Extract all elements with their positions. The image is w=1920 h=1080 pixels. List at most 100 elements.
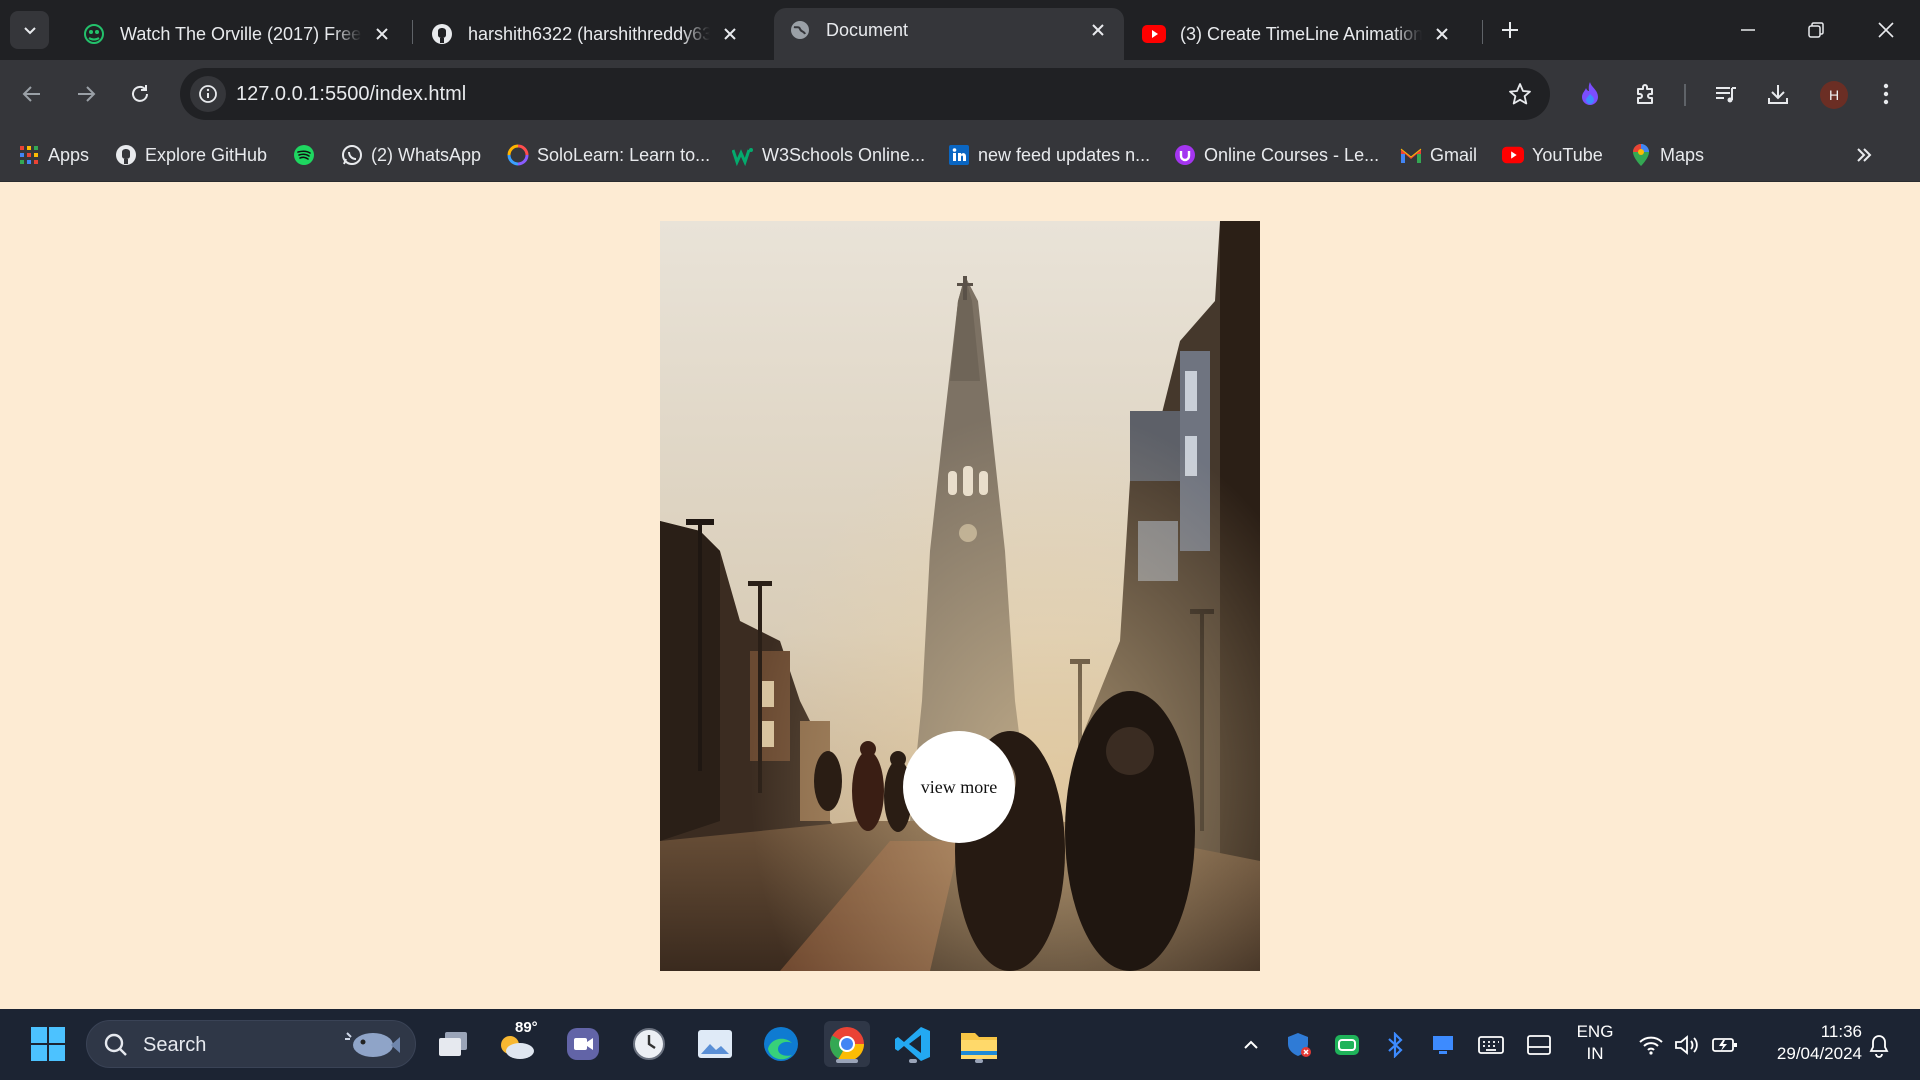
bookmark-linkedin[interactable]: new feed updates n...: [948, 140, 1150, 170]
bookmark-label: (2) WhatsApp: [371, 144, 482, 165]
taskbar-search[interactable]: Search: [86, 1020, 416, 1068]
clock-app-button[interactable]: [626, 1021, 672, 1067]
wifi-tray-icon[interactable]: [1636, 1031, 1666, 1059]
restore-button[interactable]: [1782, 0, 1850, 60]
keyboard-icon: [1478, 1036, 1504, 1054]
bookmark-sololearn[interactable]: SoloLearn: Learn to...: [507, 140, 710, 170]
minimize-icon: [1741, 29, 1755, 31]
view-more-button[interactable]: view more: [903, 731, 1015, 843]
plus-icon: [1502, 22, 1518, 38]
bookmark-spotify[interactable]: [293, 140, 323, 170]
more-bookmarks-button[interactable]: [1850, 141, 1878, 169]
extension-flame-button[interactable]: [1572, 76, 1608, 112]
tab-separator: [412, 20, 413, 44]
close-window-button[interactable]: [1852, 0, 1920, 60]
info-icon: [199, 85, 217, 103]
bookmark-whatsapp[interactable]: (2) WhatsApp: [341, 140, 481, 170]
battery-charging-icon: [1712, 1038, 1737, 1052]
bookmark-star-button[interactable]: [1506, 80, 1534, 108]
reload-button[interactable]: [120, 74, 160, 114]
linkedin-icon: [948, 144, 970, 166]
tab-youtube[interactable]: (3) Create TimeLine Animation |: [1128, 8, 1468, 60]
windows-taskbar: Search 89° ENG IN 11:36 29/04/2024: [0, 1009, 1920, 1080]
teams-button[interactable]: [560, 1021, 606, 1067]
keyboard-tray-icon[interactable]: [1476, 1031, 1506, 1059]
flame-icon: [1582, 82, 1598, 105]
defender-tray-icon[interactable]: [1284, 1031, 1314, 1059]
browser-toolbar: 127.0.0.1:5500/index.html H: [0, 60, 1920, 128]
bluetooth-icon: [1388, 1032, 1403, 1058]
media-controls-button[interactable]: [1708, 76, 1744, 112]
bookmark-label: Online Courses - Le...: [1204, 144, 1380, 165]
task-view-button[interactable]: [430, 1021, 476, 1067]
photos-button[interactable]: [692, 1021, 738, 1067]
bookmark-w3schools[interactable]: W3Schools Online...: [732, 140, 925, 170]
star-icon: [1509, 83, 1531, 105]
chrome-button[interactable]: [824, 1021, 870, 1067]
game-bar-icon: [1335, 1035, 1359, 1055]
window-layout-icon: [1527, 1035, 1551, 1055]
close-icon[interactable]: [370, 22, 394, 46]
church-street-photo: [660, 221, 1260, 971]
youtube-icon: [1502, 144, 1524, 166]
close-icon: [1878, 22, 1894, 38]
kebab-menu-icon: [1883, 83, 1889, 105]
vscode-button[interactable]: [890, 1021, 936, 1067]
tab-document[interactable]: Document: [774, 8, 1124, 60]
extensions-button[interactable]: [1628, 76, 1664, 112]
running-app-indicator: [975, 1059, 983, 1063]
green-film-icon: [82, 22, 106, 46]
address-bar[interactable]: 127.0.0.1:5500/index.html: [180, 68, 1550, 120]
bookmark-gmail[interactable]: Gmail: [1400, 140, 1477, 170]
bluetooth-tray-icon[interactable]: [1380, 1031, 1410, 1059]
arrow-left-icon: [22, 86, 40, 102]
playlist-icon: [1716, 87, 1736, 103]
volume-tray-icon[interactable]: [1672, 1031, 1702, 1059]
url-text[interactable]: 127.0.0.1:5500/index.html: [236, 83, 466, 106]
tab-github[interactable]: harshith6322 (harshithreddy6322): [416, 8, 756, 60]
close-icon[interactable]: [1430, 22, 1454, 46]
close-icon[interactable]: [1086, 18, 1110, 42]
reload-icon: [132, 85, 148, 102]
fish-highlight-icon: [345, 1032, 400, 1057]
display-settings-icon: [1433, 1036, 1453, 1054]
tab-orville[interactable]: Watch The Orville (2017) Free |: [68, 8, 408, 60]
shield-alert-icon: [1288, 1033, 1311, 1057]
new-tab-button[interactable]: [1494, 14, 1526, 46]
photos-icon: [698, 1030, 732, 1058]
windows-logo-icon: [31, 1027, 65, 1061]
weather-temperature: 89°: [515, 1019, 538, 1036]
bookmark-label: SoloLearn: Learn to...: [537, 144, 711, 165]
close-icon[interactable]: [718, 22, 742, 46]
site-info-button[interactable]: [190, 76, 226, 112]
forward-button[interactable]: [66, 74, 106, 114]
minimize-button[interactable]: [1714, 0, 1782, 60]
bookmark-youtube[interactable]: YouTube: [1502, 140, 1603, 170]
intel-tray-icon[interactable]: [1428, 1031, 1458, 1059]
search-label: Search: [143, 1034, 207, 1056]
edge-button[interactable]: [758, 1021, 804, 1067]
bookmark-udemy[interactable]: Online Courses - Le...: [1174, 140, 1379, 170]
profile-avatar[interactable]: H: [1820, 81, 1848, 109]
region-code: IN: [1586, 1044, 1604, 1063]
battery-tray-icon[interactable]: [1710, 1031, 1740, 1059]
menu-button[interactable]: [1868, 76, 1904, 112]
clock-time: 11:36: [1820, 1022, 1862, 1041]
input-language-indicator[interactable]: ENG IN: [1575, 1021, 1615, 1065]
tablet-mode-tray-icon[interactable]: [1524, 1031, 1554, 1059]
back-button[interactable]: [12, 74, 52, 114]
tab-title: Document: [826, 19, 909, 40]
xbox-tray-icon[interactable]: [1332, 1031, 1362, 1059]
notifications-button[interactable]: [1864, 1031, 1894, 1061]
bookmark-apps[interactable]: Apps: [18, 140, 89, 170]
tab-search-button[interactable]: [10, 11, 49, 49]
system-clock[interactable]: 11:36 29/04/2024: [1752, 1021, 1862, 1065]
bookmark-explore-github[interactable]: Explore GitHub: [115, 140, 267, 170]
gmail-icon: [1400, 144, 1422, 166]
bookmark-maps[interactable]: Maps: [1630, 140, 1704, 170]
start-button[interactable]: [25, 1021, 71, 1067]
show-hidden-icons-button[interactable]: [1236, 1031, 1266, 1059]
downloads-button[interactable]: [1760, 76, 1796, 112]
file-explorer-button[interactable]: [956, 1021, 1002, 1067]
edge-icon: [764, 1027, 798, 1061]
